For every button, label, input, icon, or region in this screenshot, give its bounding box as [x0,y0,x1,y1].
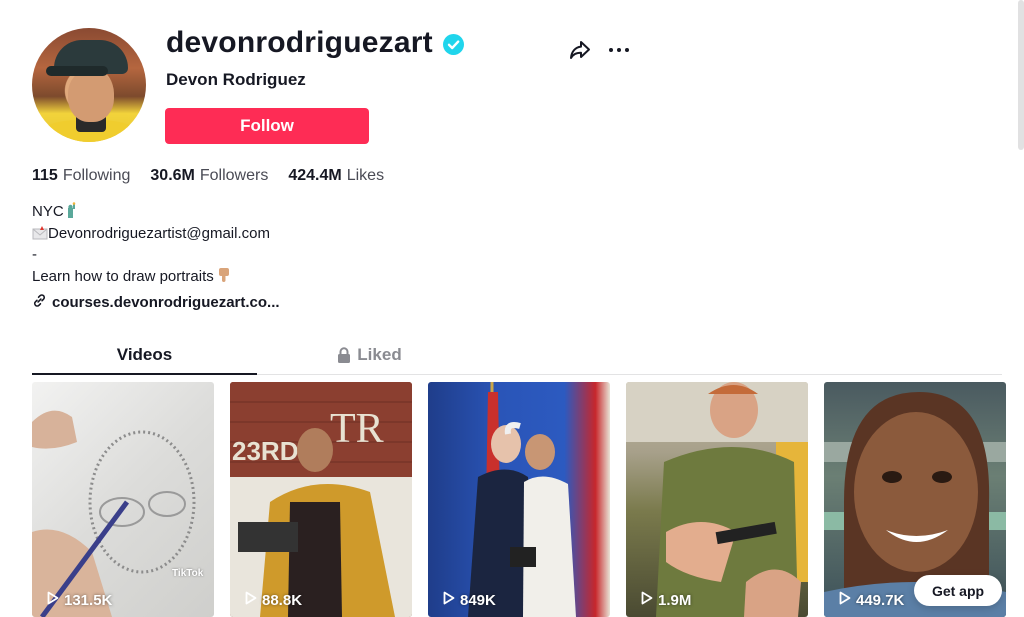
svg-text:23RD: 23RD [232,436,298,466]
followers-label: Followers [199,167,269,184]
likes-count: 424.4M [288,167,342,184]
video-views-count: 449.7K [856,591,905,609]
tiktok-watermark: TikTok [172,568,204,579]
play-icon [47,591,59,609]
bio-link-text: courses.devonrodriguezart.co... [52,294,280,311]
username: devonrodriguezart [166,26,433,59]
scrollbar[interactable] [1018,0,1024,150]
play-icon [245,591,257,609]
video-views-count: 131.5K [64,591,113,609]
stat-following[interactable]: 115 Following [32,167,130,185]
bio-link[interactable]: courses.devonrodriguezart.co... [32,293,280,312]
video-views-count: 88.8K [262,591,303,609]
tab-liked-label: Liked [357,345,402,364]
video-views-count: 849K [460,591,496,609]
video-views: 849K [443,591,496,609]
get-app-button[interactable]: Get app [914,575,1002,606]
tab-videos[interactable]: Videos [32,340,257,375]
video-views-count: 1.9M [658,591,692,609]
play-icon [641,591,653,609]
following-label: Following [62,167,131,184]
video-card[interactable]: 849K [428,382,610,617]
avatar-face [68,70,114,122]
verified-badge-icon [443,34,464,55]
stat-followers[interactable]: 30.6M Followers [150,167,268,185]
play-icon [839,591,851,609]
statue-of-liberty-icon [64,202,78,225]
play-icon [443,591,455,609]
followers-count: 30.6M [150,167,195,184]
avatar[interactable] [32,28,146,142]
video-views: 88.8K [245,591,302,609]
profile-tabs: Videos Liked [32,340,1002,375]
video-thumbnail-drawing: 23RD TR [230,382,412,617]
nickname: Devon Rodriguez [166,70,306,89]
following-count: 115 [32,167,58,184]
share-icon[interactable] [568,38,592,62]
video-card[interactable]: 1.9M [626,382,808,617]
bio: NYC Devonrodriguezartist@gmail.com - Lea… [32,201,270,287]
envelope-icon [32,225,48,247]
bio-email: Devonrodriguezartist@gmail.com [48,224,270,242]
video-thumbnail-drawing [468,382,576,617]
tab-liked[interactable]: Liked [257,340,482,375]
video-views: 1.9M [641,591,691,609]
bio-line-1: NYC [32,203,64,220]
video-card[interactable]: 23RD TR 88.8K [230,382,412,617]
pointing-down-hand-icon [218,267,230,290]
video-thumbnail-drawing [626,382,808,617]
bio-line-3: - [32,246,37,263]
video-card[interactable]: TikTok 131.5K [32,382,214,617]
avatar-cap-brim [46,66,108,76]
likes-label: Likes [346,167,385,184]
video-views: 131.5K [47,591,112,609]
follow-button[interactable]: Follow [165,108,369,144]
profile-stats: 115 Following 30.6M Followers 424.4M Likes [32,167,384,185]
svg-text:TR: TR [330,406,384,452]
stat-likes: 424.4M Likes [288,167,384,185]
video-views: 449.7K [839,591,904,609]
more-options-icon[interactable] [607,38,631,62]
bio-line-4: Learn how to draw portraits [32,267,214,285]
video-thumbnail-drawing [32,410,196,617]
video-grid: TikTok 131.5K 23RD TR 88.8K 849K 1.9M 44… [32,382,1006,617]
link-icon [32,293,47,312]
lock-icon [337,340,351,372]
